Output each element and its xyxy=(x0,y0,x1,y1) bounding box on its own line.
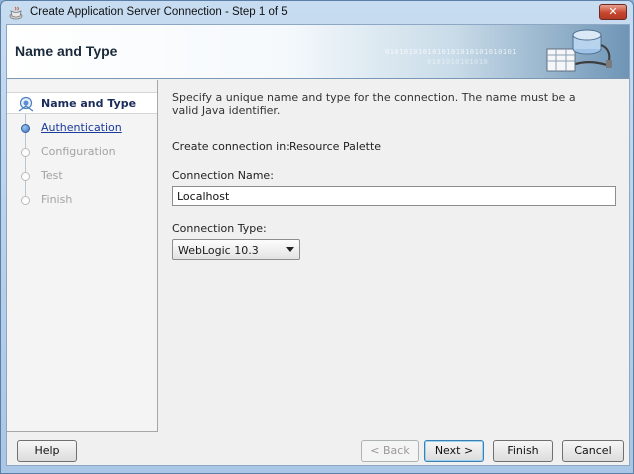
step-dot-icon xyxy=(21,196,30,205)
dialog-window: Create Application Server Connection - S… xyxy=(0,0,634,474)
server-connection-icon xyxy=(546,29,612,72)
nav-step-label: Configuration xyxy=(41,145,116,158)
nav-step-name-and-type[interactable]: Name and Type xyxy=(7,92,157,114)
step-dot-icon xyxy=(21,124,30,133)
wizard-steps-nav: Name and Type Authentication Configurati… xyxy=(7,80,158,432)
dialog-content: Name and Type 01010101010101010101010101… xyxy=(6,24,630,466)
banner-binary-decoration-2: 0101010101010 xyxy=(427,58,489,66)
connection-name-label: Connection Name: xyxy=(172,169,274,182)
current-step-icon xyxy=(18,96,34,112)
nav-step-test: Test xyxy=(7,165,157,187)
step-dot-icon xyxy=(21,172,30,181)
cancel-button[interactable]: Cancel xyxy=(562,440,624,462)
nav-step-label: Authentication xyxy=(41,121,122,134)
nav-step-finish: Finish xyxy=(7,189,157,211)
create-in-value: Resource Palette xyxy=(289,140,382,153)
step-description: Specify a unique name and type for the c… xyxy=(172,91,576,117)
nav-step-authentication[interactable]: Authentication xyxy=(7,117,157,139)
close-button[interactable]: ✕ xyxy=(599,4,627,20)
main-form: Specify a unique name and type for the c… xyxy=(172,80,624,430)
coffee-cup-icon xyxy=(9,6,23,20)
back-button[interactable]: < Back xyxy=(361,440,419,462)
help-button[interactable]: Help xyxy=(17,440,77,462)
dropdown-arrow-icon xyxy=(286,247,294,252)
nav-step-label: Name and Type xyxy=(41,97,137,110)
nav-step-label: Test xyxy=(41,169,63,182)
window-title: Create Application Server Connection - S… xyxy=(30,6,288,18)
connection-type-select[interactable]: WebLogic 10.3 xyxy=(172,239,300,260)
nav-step-label: Finish xyxy=(41,193,73,206)
finish-button[interactable]: Finish xyxy=(493,440,553,462)
connection-type-label: Connection Type: xyxy=(172,222,267,235)
close-icon: ✕ xyxy=(608,5,618,18)
title-bar[interactable]: Create Application Server Connection - S… xyxy=(1,1,633,25)
header-banner: Name and Type 01010101010101010101010101… xyxy=(7,25,629,79)
page-title: Name and Type xyxy=(15,43,118,59)
next-button[interactable]: Next > xyxy=(424,440,484,462)
banner-binary-decoration: 0101010101010101010101010101 xyxy=(385,48,518,56)
step-dot-icon xyxy=(21,148,30,157)
nav-step-configuration: Configuration xyxy=(7,141,157,163)
connection-type-value: WebLogic 10.3 xyxy=(178,244,259,257)
connection-name-input[interactable] xyxy=(172,186,616,206)
create-in-label: Create connection in: xyxy=(172,140,290,153)
